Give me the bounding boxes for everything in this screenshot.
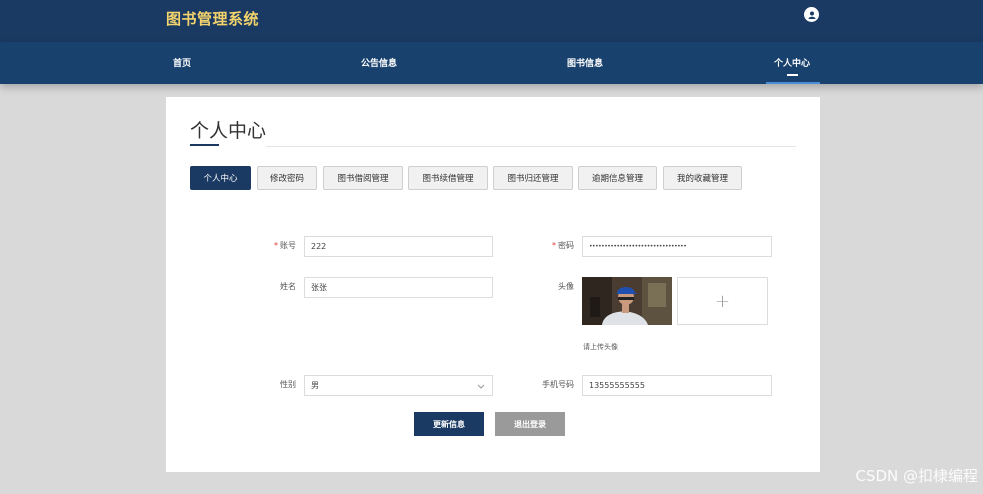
gender-select-value: 男 xyxy=(311,381,319,390)
user-avatar-icon[interactable] xyxy=(804,7,819,22)
title-divider xyxy=(266,146,796,147)
gender-select[interactable]: 男 xyxy=(304,375,493,396)
nav-books[interactable]: 图书信息 xyxy=(567,56,603,69)
account-input[interactable]: 222 xyxy=(304,236,493,257)
update-info-button[interactable]: 更新信息 xyxy=(414,412,484,436)
title-underline xyxy=(190,144,219,146)
nav-active-dash xyxy=(787,74,798,76)
app-title: 图书管理系统 xyxy=(166,10,260,28)
tab-return-management[interactable]: 图书归还管理 xyxy=(493,166,573,190)
chevron-down-icon xyxy=(477,384,485,389)
main-nav: 首页 公告信息 图书信息 个人中心 xyxy=(0,42,983,84)
tab-borrow-management[interactable]: 图书借阅管理 xyxy=(323,166,403,190)
nav-active-underline xyxy=(766,82,820,84)
phone-input[interactable]: 13555555555 xyxy=(582,375,772,396)
name-input[interactable]: 张张 xyxy=(304,277,493,298)
gender-label: 性别 xyxy=(280,380,296,389)
phone-label: 手机号码 xyxy=(542,380,574,389)
tab-overdue-management[interactable]: 逾期信息管理 xyxy=(578,166,657,190)
tab-favorites-management[interactable]: 我的收藏管理 xyxy=(663,166,742,190)
account-label: * 账号 xyxy=(274,241,296,250)
top-header: 图书管理系统 xyxy=(0,0,983,42)
watermark-text: CSDN @扣棣编程 xyxy=(855,467,978,485)
nav-announcements[interactable]: 公告信息 xyxy=(361,56,397,69)
upload-hint: 请上传头像 xyxy=(583,343,618,351)
password-input[interactable]: •••••••••••••••••••••••••••••••• xyxy=(582,236,772,257)
tab-change-password[interactable]: 修改密码 xyxy=(257,166,317,190)
avatar-upload-button[interactable]: + xyxy=(677,277,768,325)
avatar-label: 头像 xyxy=(558,282,574,291)
page-title: 个人中心 xyxy=(190,120,267,142)
nav-home[interactable]: 首页 xyxy=(173,56,191,69)
name-label: 姓名 xyxy=(280,282,296,291)
tab-personal-center[interactable]: 个人中心 xyxy=(190,166,251,190)
profile-card: 个人中心 个人中心 修改密码 图书借阅管理 图书续借管理 图书归还管理 逾期信息… xyxy=(166,97,820,472)
nav-personal-center[interactable]: 个人中心 xyxy=(774,56,810,69)
avatar-image[interactable] xyxy=(582,277,672,325)
password-label: * 密码 xyxy=(552,241,574,250)
tab-renew-management[interactable]: 图书续借管理 xyxy=(408,166,488,190)
logout-button[interactable]: 退出登录 xyxy=(495,412,565,436)
